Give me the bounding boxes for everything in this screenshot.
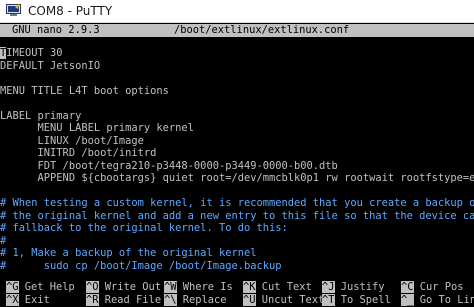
putty-window: COM8 - PuTTY GNU nano 2.9.3 /boot/extlin… bbox=[0, 0, 474, 307]
editor-line[interactable]: FDT /boot/tegra210-p3448-0000-p3449-0000… bbox=[0, 160, 474, 173]
line-text: # fallback to the original kernel. To do… bbox=[0, 222, 288, 234]
shortcut-key: ^J bbox=[322, 281, 335, 293]
comment-line[interactable]: # When testing a custom kernel, it is re… bbox=[0, 197, 474, 210]
terminal-area[interactable]: GNU nano 2.9.3 /boot/extlinux/extlinux.c… bbox=[0, 23, 474, 307]
editor-line[interactable]: MENU LABEL primary kernel bbox=[0, 122, 474, 135]
shortcut-label: Justify bbox=[334, 281, 385, 293]
shortcut-item[interactable]: ^J Justify bbox=[322, 281, 385, 294]
line-text: # When testing a custom kernel, it is re… bbox=[0, 197, 474, 209]
comment-line[interactable]: # bbox=[0, 235, 474, 248]
shortcut-label: Exit bbox=[18, 293, 50, 306]
comment-line[interactable]: # sudo cp /boot/Image /boot/Image.backup bbox=[0, 260, 474, 273]
shortcut-label: Cut Text bbox=[255, 281, 312, 293]
nano-version: GNU nano 2.9.3 bbox=[12, 24, 100, 36]
editor-line[interactable]: LINUX /boot/Image bbox=[0, 135, 474, 148]
shortcut-key: ^W bbox=[164, 281, 177, 293]
editor-line[interactable]: APPEND ${cbootargs} quiet root=/dev/mmcb… bbox=[0, 172, 474, 185]
line-text: LABEL primary bbox=[0, 109, 82, 122]
line-text: LINUX /boot/Image bbox=[0, 134, 144, 147]
shortcut-key: ^\ bbox=[164, 293, 177, 306]
line-text: MENU LABEL primary kernel bbox=[0, 122, 194, 134]
line-text: APPEND ${cbootargs} quiet root=/dev/mmcb… bbox=[0, 172, 474, 184]
shortcut-item[interactable]: ^T To Spell bbox=[322, 293, 391, 307]
title-bar[interactable]: COM8 - PuTTY bbox=[0, 0, 474, 23]
shortcut-item[interactable]: ^G Get Help bbox=[6, 281, 75, 294]
line-text: INITRD /boot/initrd bbox=[0, 147, 157, 159]
shortcut-item[interactable]: ^R Read File bbox=[86, 293, 162, 307]
shortcut-label: Where Is bbox=[176, 281, 233, 293]
shortcut-item[interactable]: ^U Uncut Text bbox=[243, 293, 325, 307]
line-text: IMEOUT 30 bbox=[6, 47, 63, 59]
putty-app-icon bbox=[6, 4, 21, 16]
nano-filename: /boot/extlinux/extlinux.conf bbox=[174, 24, 350, 36]
shortcut-item[interactable]: ^\ Replace bbox=[164, 293, 227, 307]
shortcut-label: Write Out bbox=[98, 281, 162, 293]
line-text: DEFAULT JetsonIO bbox=[0, 59, 101, 72]
shortcut-label: Read File bbox=[98, 293, 162, 306]
shortcut-key: ^T bbox=[322, 293, 335, 306]
shortcut-bar-row-1: ^G Get Help ^O Write Out ^W Where Is ^K Cut… bbox=[0, 281, 474, 294]
editor-line[interactable]: TIMEOUT 30 bbox=[0, 47, 474, 60]
editor-line[interactable] bbox=[0, 97, 474, 110]
shortcut-item[interactable]: ^C Cur Pos bbox=[401, 281, 464, 294]
window-title: COM8 - PuTTY bbox=[28, 4, 113, 18]
shortcut-item[interactable]: ^O Write Out bbox=[86, 281, 161, 294]
shortcut-label: Cur Pos bbox=[413, 281, 464, 293]
shortcut-label: Uncut Text bbox=[255, 293, 325, 306]
shortcut-key: ^_ bbox=[401, 293, 414, 306]
line-text: # the original kernel and add a new entr… bbox=[0, 209, 474, 222]
comment-line[interactable]: # fallback to the original kernel. To do… bbox=[0, 222, 474, 235]
line-text: # sudo cp /boot/Image /boot/Image.backup bbox=[0, 259, 282, 272]
editor-line[interactable]: INITRD /boot/initrd bbox=[0, 147, 474, 160]
editor-line[interactable]: MENU TITLE L4T boot options bbox=[0, 85, 474, 98]
shortcut-key: ^X bbox=[6, 293, 19, 306]
shortcut-key: ^O bbox=[86, 281, 99, 293]
shortcut-item[interactable]: ^X Exit bbox=[6, 293, 50, 307]
editor-line[interactable]: DEFAULT JetsonIO bbox=[0, 60, 474, 73]
shortcut-key: ^C bbox=[401, 281, 414, 293]
shortcut-bar-row-2: ^X Exit ^R Read File ^\ Replace ^U Uncut Te… bbox=[0, 293, 474, 307]
shortcut-label: Get Help bbox=[18, 281, 75, 293]
line-text: # bbox=[0, 234, 7, 247]
nano-header-bar: GNU nano 2.9.3 /boot/extlinux/extlinux.c… bbox=[0, 24, 474, 37]
shortcut-key: ^R bbox=[86, 293, 99, 306]
editor-line[interactable]: LABEL primary bbox=[0, 110, 474, 123]
shortcut-label: Replace bbox=[176, 293, 227, 306]
shortcut-key: ^U bbox=[243, 293, 256, 306]
shortcut-key: ^K bbox=[243, 281, 256, 293]
line-text: FDT /boot/tegra210-p3448-0000-p3449-0000… bbox=[0, 159, 338, 172]
shortcut-item[interactable]: ^K Cut Text bbox=[243, 281, 312, 294]
shortcut-label: Go To Line bbox=[419, 293, 474, 306]
line-text: MENU TITLE L4T boot options bbox=[0, 84, 169, 97]
editor-line[interactable] bbox=[0, 72, 474, 85]
shortcut-key: ^G bbox=[6, 281, 19, 293]
editor-line[interactable] bbox=[0, 185, 474, 198]
shortcut-item[interactable]: ^W Where Is bbox=[164, 281, 233, 294]
shortcut-item[interactable]: ^_ Go To Line bbox=[401, 293, 474, 307]
shortcut-label: To Spell bbox=[334, 293, 391, 306]
comment-line[interactable]: # the original kernel and add a new entr… bbox=[0, 210, 474, 223]
comment-line[interactable]: # 1, Make a backup of the original kerne… bbox=[0, 247, 474, 260]
line-text: # 1, Make a backup of the original kerne… bbox=[0, 247, 257, 259]
